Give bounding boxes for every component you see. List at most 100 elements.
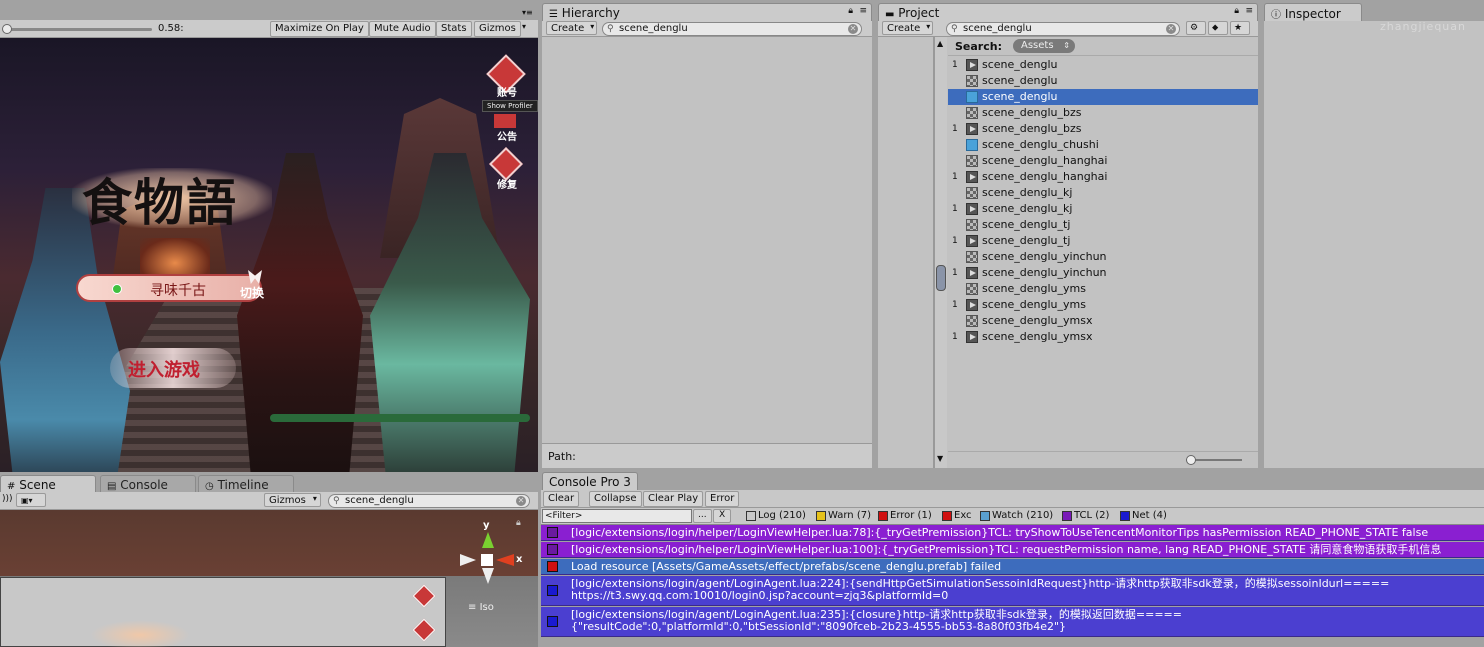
tab-timeline[interactable]: ◷ Timeline [198, 475, 294, 493]
project-search-input[interactable]: ⚲ scene_denglu ✕ [946, 22, 1180, 36]
console-filter-toggle[interactable]: Watch (210) [978, 509, 1060, 524]
search-by-label-button[interactable]: ⬥ [1208, 21, 1228, 35]
log-entry[interactable]: [logic/extensions/login/agent/LoginAgent… [541, 576, 1484, 606]
filter-color-swatch [980, 511, 990, 521]
assets-scope-pill[interactable]: Assets ⇕ [1013, 39, 1075, 53]
panel-menu-icon[interactable]: ▾≡ [522, 8, 533, 17]
search-by-type-button[interactable]: ⚙ [1186, 21, 1206, 35]
log-entry[interactable]: Load resource [Assets/GameAssets/effect/… [541, 559, 1484, 575]
gizmo-lock-icon[interactable]: 🔒︎ [516, 518, 521, 528]
tab-console[interactable]: ▤ Console [100, 475, 196, 493]
game-toolbar: 0.58: Maximize On Play Mute Audio Stats … [0, 20, 538, 38]
tab-scene[interactable]: # Scene [0, 475, 96, 493]
assets-label: Assets [1021, 40, 1054, 51]
asset-row[interactable]: scene_denglu_hanghai [948, 153, 1258, 169]
asset-row[interactable]: 1 scene_denglu_tj [948, 233, 1258, 249]
asset-row[interactable]: 1 scene_denglu_bzs [948, 121, 1258, 137]
console-filter-toggle[interactable]: Warn (7) [814, 509, 876, 524]
asset-row[interactable]: scene_denglu_chushi [948, 137, 1258, 153]
mute-audio-button[interactable]: Mute Audio [369, 21, 436, 37]
tab-project[interactable]: ▬ Project 🔒︎ ≡ [878, 3, 1258, 21]
asset-row[interactable]: scene_denglu_bzs [948, 105, 1258, 121]
filter-input[interactable]: <Filter> [542, 509, 692, 523]
hierarchy-search-input[interactable]: ⚲ scene_denglu ✕ [602, 22, 862, 36]
asset-row[interactable]: 1 scene_denglu [948, 57, 1258, 73]
effects-dropdown[interactable]: ▣▾ [16, 493, 46, 507]
console-filter-toggle[interactable]: Exc [940, 509, 978, 524]
clear-on-play-button[interactable]: Clear Play [643, 491, 704, 507]
filter-options-button[interactable]: ... [693, 509, 712, 523]
console-filter-toggle[interactable]: TCL (2) [1060, 509, 1118, 524]
audio-toggle-icon[interactable]: ))) [2, 494, 13, 504]
asset-row[interactable]: scene_denglu_ymsx [948, 313, 1258, 329]
project-bottom-bar [948, 451, 1258, 468]
hierarchy-create-button[interactable]: Create ▾ [546, 21, 598, 35]
repair-button[interactable]: 修复 [488, 147, 528, 191]
scene-search-input[interactable]: ⚲ scene_denglu ✕ [328, 494, 530, 508]
console-filter-toggle[interactable]: Log (210) [744, 509, 814, 524]
asset-row[interactable]: scene_denglu_yinchun [948, 249, 1258, 265]
lock-icon[interactable]: 🔒︎ [1234, 6, 1239, 16]
console-filter-toggle[interactable]: Net (4) [1118, 509, 1170, 524]
collapse-button[interactable]: Collapse [589, 491, 642, 507]
log-type-icon [547, 616, 558, 627]
scene-orientation-gizmo[interactable]: y x 🔒︎ [458, 518, 528, 596]
play-progress-slider[interactable] [2, 24, 152, 34]
maximize-on-play-button[interactable]: Maximize On Play [270, 21, 369, 37]
project-create-button[interactable]: Create ▾ [882, 21, 934, 35]
asset-row[interactable]: scene_denglu [948, 89, 1258, 105]
scene-view[interactable]: y x 🔒︎ ≡ Iso [0, 510, 538, 647]
asset-row[interactable]: 1 scene_denglu_yms [948, 297, 1258, 313]
asset-name: scene_denglu_kj [982, 202, 1073, 215]
asset-row[interactable]: scene_denglu_yms [948, 281, 1258, 297]
console-filter-toggle[interactable]: Error (1) [876, 509, 940, 524]
clear-search-icon[interactable]: ✕ [848, 24, 858, 34]
project-tree-scrollbar[interactable]: ▲ ▼ [934, 37, 947, 468]
asset-name: scene_denglu_ymsx [982, 314, 1093, 327]
error-pause-button[interactable]: Error [705, 491, 740, 507]
switch-server-button[interactable]: 切换 [236, 270, 272, 302]
asset-row[interactable]: scene_denglu_tj [948, 217, 1258, 233]
clear-search-icon[interactable]: ✕ [1166, 24, 1176, 34]
account-button[interactable]: 账号 [486, 54, 528, 102]
log-entry[interactable]: [logic/extensions/login/agent/LoginAgent… [541, 607, 1484, 637]
asset-row[interactable]: scene_denglu_kj [948, 185, 1258, 201]
timeline-asset-icon [966, 123, 978, 135]
tab-inspector[interactable]: ⓘ Inspector [1264, 3, 1362, 21]
clear-button[interactable]: Clear [543, 491, 580, 507]
timeline-asset-icon [966, 59, 978, 71]
asset-row[interactable]: 1 scene_denglu_hanghai [948, 169, 1258, 185]
panel-menu-icon[interactable]: ≡ [859, 6, 867, 16]
iso-toggle[interactable]: ≡ Iso [468, 602, 494, 613]
scrollbar-thumb[interactable] [936, 265, 946, 291]
filter-color-swatch [942, 511, 952, 521]
tab-hierarchy[interactable]: ☰ Hierarchy 🔒︎ ≡ [542, 3, 872, 21]
log-message: Load resource [Assets/GameAssets/effect/… [571, 560, 1002, 573]
log-entry[interactable]: [logic/extensions/login/helper/LoginView… [541, 525, 1484, 541]
tab-console-pro[interactable]: Console Pro 3 [542, 472, 638, 490]
stats-button[interactable]: Stats [436, 21, 472, 37]
asset-row[interactable]: 1 scene_denglu_ymsx [948, 329, 1258, 345]
scroll-down-icon[interactable]: ▼ [937, 454, 943, 463]
lock-icon[interactable]: 🔒︎ [848, 6, 853, 16]
favorites-button[interactable]: ★ [1230, 21, 1250, 35]
filter-clear-button[interactable]: X [713, 509, 732, 523]
timeline-asset-icon [966, 171, 978, 183]
scroll-up-icon[interactable]: ▲ [937, 39, 943, 48]
panel-menu-icon[interactable]: ≡ [1245, 6, 1253, 16]
asset-row[interactable]: scene_denglu [948, 73, 1258, 89]
server-select[interactable]: 寻味千古 [76, 274, 262, 302]
inspector-tab-label: Inspector [1284, 7, 1341, 21]
scene-gizmos-button[interactable]: Gizmos ▾ [264, 493, 321, 507]
enter-game-button[interactable]: 进入游戏 [110, 348, 236, 388]
gizmos-dropdown-icon[interactable]: ▾ [522, 22, 526, 31]
log-entry[interactable]: [logic/extensions/login/helper/LoginView… [541, 542, 1484, 558]
gizmos-button[interactable]: Gizmos [474, 21, 521, 37]
asset-row[interactable]: 1 scene_denglu_yinchun [948, 265, 1258, 281]
asset-row[interactable]: 1 scene_denglu_kj [948, 201, 1258, 217]
asset-count: 1 [952, 268, 958, 278]
icon-size-slider[interactable] [1186, 455, 1242, 465]
clear-search-icon[interactable]: ✕ [516, 496, 526, 506]
game-view[interactable]: 食物語 寻味千古 切换 进入游戏 账号 Show Profiler 公告 修复 [0, 38, 538, 472]
notice-button[interactable]: 公告 [488, 114, 528, 144]
